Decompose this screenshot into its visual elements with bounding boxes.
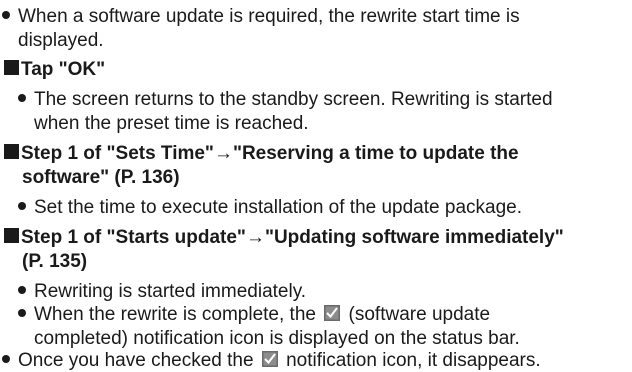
square-marker-icon bbox=[4, 144, 19, 160]
text: notification icon, it disappears. bbox=[286, 350, 541, 371]
text: Once you have checked the bbox=[18, 350, 254, 371]
bullet-standby-screen-cont: when the preset time is reached. bbox=[34, 112, 309, 135]
bullet-dot bbox=[2, 10, 10, 19]
text: Rewriting is started immediately. bbox=[34, 281, 307, 302]
bullet-set-time: Set the time to execute installation of … bbox=[18, 196, 522, 219]
heading-text: Step 1 of "Sets Time"→"Reserving a time … bbox=[21, 143, 519, 164]
text: (software update bbox=[348, 304, 491, 325]
text: completed) notification icon is displaye… bbox=[34, 328, 520, 349]
heading-starts-update-cont: (P. 135) bbox=[22, 250, 87, 273]
heading-text: Tap "OK" bbox=[21, 59, 106, 80]
bullet-standby-screen: The screen returns to the standby screen… bbox=[18, 88, 553, 111]
notification-check-icon bbox=[261, 350, 278, 367]
text: When the rewrite is complete, the bbox=[34, 304, 316, 325]
bullet-dot bbox=[2, 354, 10, 363]
text: When a software update is required, the … bbox=[18, 6, 520, 27]
bullet-rewrite-complete-cont: completed) notification icon is displaye… bbox=[34, 327, 520, 350]
bullet-rewrite-complete: When the rewrite is complete, the (softw… bbox=[18, 303, 490, 326]
square-marker-icon bbox=[4, 60, 19, 76]
heading-text: (P. 135) bbox=[22, 251, 88, 272]
heading-starts-update: Step 1 of "Starts update"→"Updating soft… bbox=[4, 226, 564, 249]
bullet-rewriting-started: Rewriting is started immediately. bbox=[18, 280, 306, 303]
heading-sets-time: Step 1 of "Sets Time"→"Reserving a time … bbox=[4, 142, 519, 165]
text: displayed. bbox=[18, 30, 104, 51]
bullet-icon-disappears: Once you have checked the notification i… bbox=[2, 349, 541, 372]
text: The screen returns to the standby screen… bbox=[34, 89, 553, 110]
bullet-dot bbox=[18, 308, 26, 317]
square-marker-icon bbox=[4, 228, 19, 244]
bullet-update-required-cont: displayed. bbox=[18, 29, 104, 52]
heading-sets-time-cont: software" (P. 136) bbox=[22, 166, 180, 189]
bullet-dot bbox=[18, 201, 26, 210]
heading-text: software" (P. 136) bbox=[22, 167, 180, 188]
heading-text: Step 1 of "Starts update"→"Updating soft… bbox=[21, 227, 564, 248]
software-update-completed-icon bbox=[324, 304, 341, 321]
bullet-update-required: When a software update is required, the … bbox=[2, 5, 520, 28]
bullet-dot bbox=[18, 93, 26, 102]
heading-tap-ok: Tap "OK" bbox=[4, 58, 105, 81]
text: Set the time to execute installation of … bbox=[34, 197, 522, 218]
manual-page: When a software update is required, the … bbox=[0, 0, 632, 371]
text: when the preset time is reached. bbox=[34, 113, 309, 134]
bullet-dot bbox=[18, 285, 26, 294]
